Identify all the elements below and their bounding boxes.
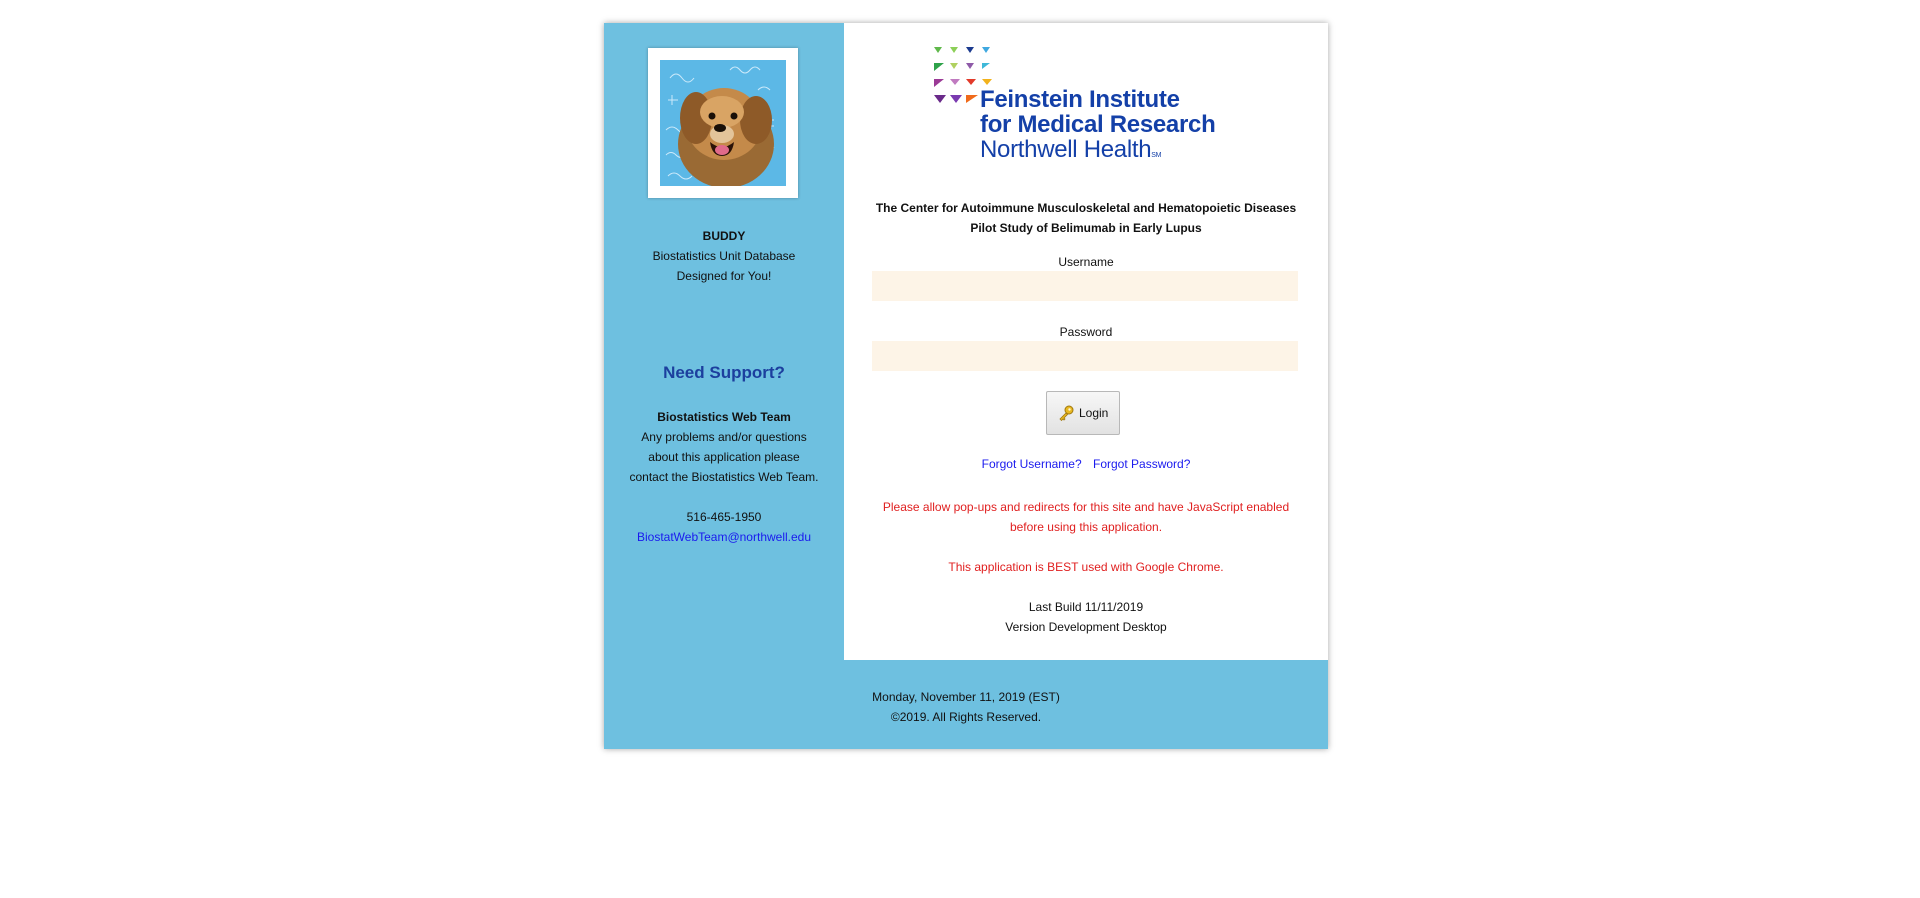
app-tagline-2: Designed for You! (676, 269, 772, 283)
login-form-area: Feinstein Institute for Medical Research… (844, 23, 1328, 660)
support-info: Biostatistics Web Team Any problems and/… (604, 407, 844, 547)
forgot-username-link[interactable]: Forgot Username? (982, 457, 1082, 471)
study-name: Pilot Study of Belimumab in Early Lupus (970, 221, 1202, 235)
login-panel: BUDDY Biostatistics Unit Database Design… (604, 23, 1328, 749)
footer: Monday, November 11, 2019 (EST) ©2019. A… (844, 687, 1088, 727)
login-button-label: Login (1078, 406, 1109, 420)
app-description: BUDDY Biostatistics Unit Database Design… (604, 226, 844, 286)
key-icon (1059, 405, 1074, 421)
footer-copyright: ©2019. All Rights Reserved. (890, 710, 1042, 724)
logo-text: Feinstein Institute for Medical Research… (980, 86, 1216, 163)
build-info: Last Build 11/11/2019 Version Developmen… (844, 597, 1328, 637)
account-links: Forgot Username? Forgot Password? (844, 457, 1328, 471)
login-button[interactable]: Login (1046, 391, 1120, 435)
username-input[interactable] (872, 271, 1298, 301)
username-label: Username (1058, 255, 1114, 269)
logo-line-2: for Medical Research (980, 111, 1216, 138)
dog-photo (660, 60, 786, 186)
support-team-name: Biostatistics Web Team (657, 410, 791, 424)
app-tagline-1: Biostatistics Unit Database (652, 249, 796, 263)
support-text-3: contact the Biostatistics Web Team. (629, 470, 819, 484)
footer-date: Monday, November 11, 2019 (EST) (872, 690, 1060, 704)
app-name: BUDDY (702, 229, 746, 243)
popup-notice-line-2: before using this application. (1009, 520, 1163, 534)
support-title: Need Support? (663, 363, 785, 382)
popup-notice: Please allow pop-ups and redirects for t… (874, 497, 1298, 537)
password-input[interactable] (872, 341, 1298, 371)
support-text-1: Any problems and/or questions (641, 430, 807, 444)
browser-notice: This application is BEST used with Googl… (948, 560, 1224, 574)
password-label: Password (1059, 325, 1113, 339)
center-name: The Center for Autoimmune Musculoskeleta… (875, 201, 1297, 215)
support-text-2: about this application please (648, 450, 800, 464)
last-build: Last Build 11/11/2019 (1028, 600, 1144, 614)
support-email-link[interactable]: BiostatWebTeam@northwell.edu (637, 530, 811, 544)
version-info: Version Development Desktop (1005, 620, 1167, 634)
logo-service-mark: SM (1151, 152, 1162, 159)
logo-line-3: Northwell HealthSM (980, 137, 1215, 163)
logo-line-1: Feinstein Institute (980, 86, 1180, 113)
feinstein-logo: Feinstein Institute for Medical Research… (934, 47, 1254, 167)
sidebar: BUDDY Biostatistics Unit Database Design… (604, 23, 844, 660)
popup-notice-line-1: Please allow pop-ups and redirects for t… (882, 500, 1290, 514)
logo-line-3-text: Northwell Health (980, 136, 1152, 163)
photo-frame (648, 48, 798, 198)
support-phone: 516-465-1950 (686, 510, 762, 524)
forgot-password-link[interactable]: Forgot Password? (1093, 457, 1190, 471)
